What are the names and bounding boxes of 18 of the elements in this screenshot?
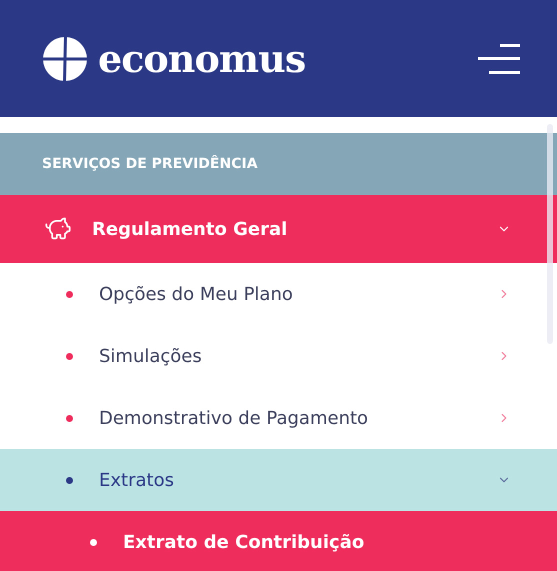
- menu-item-label: Extratos: [99, 468, 175, 492]
- menu-item-label: Demonstrativo de Pagamento: [99, 406, 370, 430]
- menu-button[interactable]: [478, 44, 520, 74]
- logo-icon: [42, 36, 88, 82]
- menu-item-label: Simulações: [99, 344, 203, 368]
- logo-text: economus: [98, 40, 306, 78]
- menu-group[interactable]: Regulamento Geral: [0, 195, 557, 263]
- menu-group-label: Regulamento Geral: [92, 218, 288, 242]
- bullet-icon: [90, 538, 97, 546]
- bullet-icon: [66, 352, 73, 360]
- bullet-icon: [66, 414, 73, 422]
- bullet-icon: [66, 476, 73, 484]
- section-title: SERVIÇOS DE PREVIDÊNCIA: [42, 154, 258, 174]
- menu-item[interactable]: Extrato de Contribuição: [0, 511, 557, 571]
- bullet-icon: [66, 290, 73, 298]
- menu-item-label: Opções do Meu Plano: [99, 282, 294, 306]
- menu-item-label: Extrato de Contribuição: [123, 530, 366, 554]
- menu-item[interactable]: Extratos: [0, 449, 557, 511]
